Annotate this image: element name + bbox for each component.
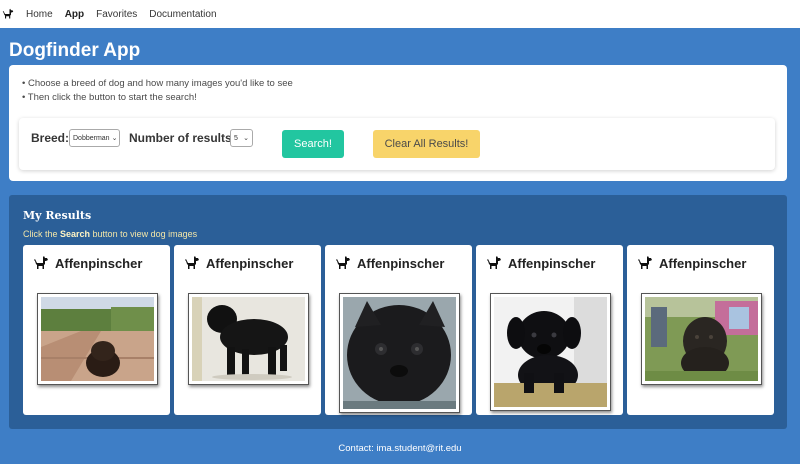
card-breed-name: Affenpinscher [206,255,294,271]
dog-photo [645,297,758,381]
card-header: Affenpinscher [184,255,293,271]
count-label: Number of results: [129,131,236,145]
card-header: Affenpinscher [335,255,444,271]
dog-icon [184,255,200,271]
dog-result-card: Affenpinscher [476,245,623,415]
breed-label: Breed: [31,131,70,145]
card-breed-name: Affenpinscher [55,255,143,271]
hint-text: Click the [23,229,61,239]
dog-photo [192,297,305,381]
count-select-value: 5 [234,134,238,142]
chevron-down-icon: ⌄ [243,135,249,142]
search-button[interactable]: Search! [282,130,344,158]
hint-bold: Search [60,229,91,239]
dog-photo-frame[interactable] [339,293,460,413]
search-form: Breed: Dobberman ⌄ Number of results: 5 … [19,118,775,170]
dog-result-card: Affenpinscher [174,245,321,415]
results-title: My Results [23,209,92,222]
breed-select[interactable]: Dobberman ⌄ [69,129,120,147]
dog-photo [41,297,154,381]
dog-photo-frame[interactable] [188,293,309,385]
dog-result-card: Affenpinscher [627,245,774,415]
results-hint: Click the Search button to view dog imag… [23,229,197,239]
card-header: Affenpinscher [33,255,142,271]
instruction-line: • Then click the button to start the sea… [22,92,197,103]
dog-photo-frame[interactable] [490,293,611,411]
top-navbar: Home App Favorites Documentation [0,0,800,28]
dog-icon[interactable] [2,7,16,21]
instructions: • Choose a breed of dog and how many ima… [22,77,293,105]
controls-panel: • Choose a breed of dog and how many ima… [9,65,787,181]
breed-select-value: Dobberman [73,134,110,142]
dog-photo-frame[interactable] [37,293,158,385]
nav-link-home[interactable]: Home [26,9,53,20]
dog-icon [637,255,653,271]
nav-link-documentation[interactable]: Documentation [149,9,216,20]
card-breed-name: Affenpinscher [357,255,445,271]
footer-contact: Contact: ima.student@rit.edu [338,443,462,454]
dog-icon [335,255,351,271]
dog-result-card: Affenpinscher [23,245,170,415]
instruction-line: • Choose a breed of dog and how many ima… [22,78,293,89]
dog-icon [486,255,502,271]
count-select[interactable]: 5 ⌄ [230,129,253,147]
results-panel: My Results Click the Search button to vi… [9,195,787,429]
card-header: Affenpinscher [486,255,595,271]
chevron-down-icon: ⌄ [111,135,118,142]
dog-photo [343,297,456,409]
dog-photo [494,297,607,407]
hint-text: button to view dog images [90,229,198,239]
card-breed-name: Affenpinscher [508,255,596,271]
nav-link-app[interactable]: App [65,9,84,20]
card-breed-name: Affenpinscher [659,255,747,271]
clear-results-button[interactable]: Clear All Results! [373,130,480,158]
dog-result-card: Affenpinscher [325,245,472,415]
dog-icon [33,255,49,271]
nav-link-favorites[interactable]: Favorites [96,9,137,20]
page-title: Dogfinder App [9,40,141,61]
card-header: Affenpinscher [637,255,746,271]
dog-photo-frame[interactable] [641,293,762,385]
main-section: Dogfinder App • Choose a breed of dog an… [0,28,800,464]
